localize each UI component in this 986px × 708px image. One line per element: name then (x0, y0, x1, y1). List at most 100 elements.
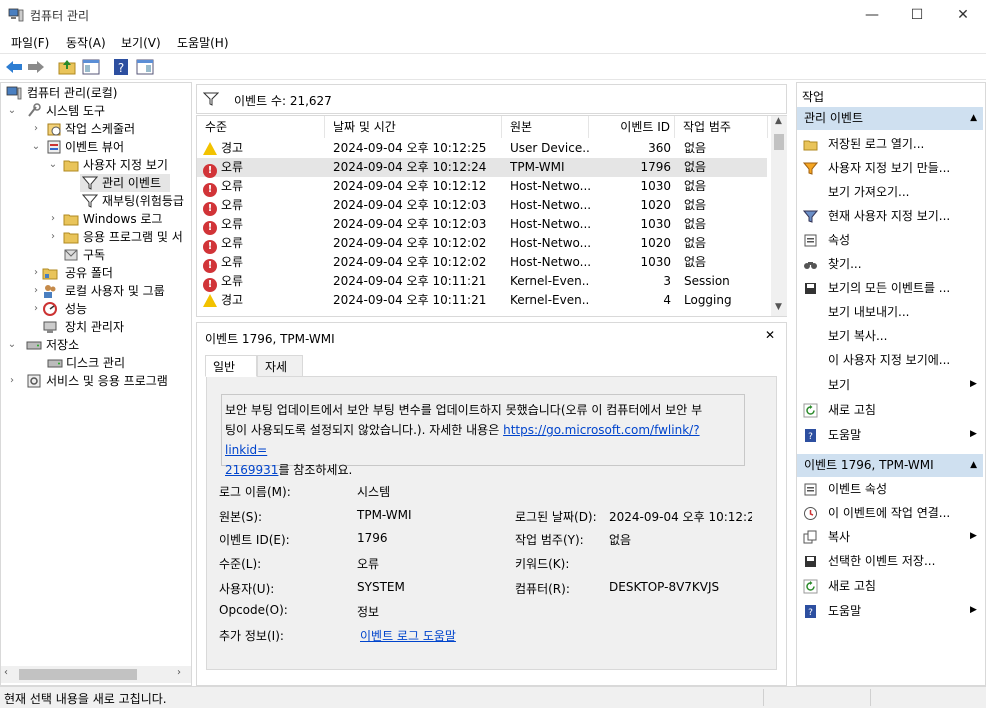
tab-details[interactable]: 자세히 (257, 355, 303, 396)
help-icon: ? (805, 429, 816, 442)
menu-help[interactable]: 도움말(H) (177, 34, 229, 51)
event-row[interactable]: ! 오류 2024-09-04 오후 10:12:03 Host-Netwo... 10… (197, 215, 767, 235)
scrollbar-thumb[interactable] (774, 134, 784, 150)
event-id-label: 이벤트 ID(E): (219, 533, 290, 547)
column-header-event-id[interactable]: 이벤트 ID (589, 116, 675, 138)
action-view-submenu[interactable]: 보기 (800, 374, 980, 396)
chevron-down-icon[interactable]: ⌄ (6, 336, 18, 354)
scroll-up-icon[interactable]: ▲ (775, 116, 782, 126)
action-find[interactable]: 찾기... (800, 253, 980, 275)
event-source: Host-Netwo... (510, 255, 590, 269)
action-copy-view[interactable]: 보기 복사... (800, 325, 980, 347)
help-icon[interactable]: ? (111, 57, 131, 77)
action-save-selected-events[interactable]: 선택한 이벤트 저장... (800, 550, 980, 572)
logged-label: 로그된 날짜(D): (515, 510, 597, 524)
back-arrow-icon[interactable] (4, 57, 24, 77)
submenu-arrow-icon[interactable]: ▶ (970, 605, 977, 615)
chevron-right-icon[interactable]: › (30, 120, 42, 138)
chevron-down-icon[interactable]: ⌄ (6, 102, 18, 120)
collapse-up-icon[interactable]: ▲ (970, 107, 977, 130)
event-log-help-link[interactable]: 이벤트 로그 도움말 (360, 627, 456, 644)
column-header-source[interactable]: 원본 (502, 116, 589, 138)
chevron-right-icon[interactable]: › (30, 282, 42, 300)
description-line: 보안 부팅 업데이트에서 보안 부팅 변수를 업데이트하지 못했습니다(오류 이… (225, 403, 703, 417)
computer-label: 컴퓨터(R): (515, 582, 570, 596)
column-header-datetime[interactable]: 날짜 및 시간 (325, 116, 502, 138)
svg-text:?: ? (118, 61, 124, 75)
scrollbar-thumb[interactable] (19, 669, 137, 680)
more-info-label: 추가 정보(I): (219, 629, 284, 643)
action-refresh[interactable]: 새로 고침 (800, 399, 980, 421)
tree-node-apps-services-logs[interactable]: › 응용 프로그램 및 서 (47, 228, 190, 246)
fwlink-link-cont[interactable]: 2169931 (225, 463, 278, 477)
action-create-custom-view[interactable]: 사용자 지정 보기 만들... (800, 157, 980, 179)
action-export-view[interactable]: 보기 내보내기... (800, 301, 980, 323)
column-header-task-category[interactable]: 작업 범주 (675, 116, 768, 138)
maximize-button[interactable]: ☐ (894, 0, 940, 30)
action-attach-task[interactable]: 이 이벤트에 작업 연결... (800, 502, 980, 524)
scroll-down-icon[interactable]: ▼ (775, 302, 782, 312)
event-row[interactable]: 경고 2024-09-04 오후 10:11:21 Kernel-Even... 4 L… (197, 291, 767, 310)
event-row[interactable]: ! 오류 2024-09-04 오후 10:12:24 TPM-WMI 1796 없음 (197, 158, 767, 178)
show-hide-tree-icon[interactable] (81, 57, 101, 77)
close-detail-icon[interactable]: ✕ (765, 328, 775, 342)
action-filter-current-view[interactable]: 현재 사용자 지정 보기... (800, 205, 980, 227)
event-description: 보안 부팅 업데이트에서 보안 부팅 변수를 업데이트하지 못했습니다(오류 이… (221, 394, 745, 477)
event-row[interactable]: ! 오류 2024-09-04 오후 10:12:03 Host-Netwo... 10… (197, 196, 767, 216)
menu-action[interactable]: 동작(A) (66, 34, 106, 51)
action-import-view[interactable]: 보기 가져오기... (800, 181, 980, 203)
performance-icon (43, 302, 57, 316)
menu-file[interactable]: 파일(F) (11, 34, 49, 51)
column-header-level[interactable]: 수준 (197, 116, 325, 138)
user-value: SYSTEM (357, 580, 405, 594)
scroll-right-icon[interactable]: › (177, 667, 181, 678)
event-row-partial[interactable] (197, 310, 767, 316)
show-action-pane-icon[interactable] (135, 57, 155, 77)
action-event-properties[interactable]: 이벤트 속성 (800, 478, 980, 500)
action-label: 이 사용자 지정 보기에... (828, 353, 951, 367)
action-open-saved-log[interactable]: 저장된 로그 열기... (800, 133, 980, 155)
tree-node-reboot-risk[interactable]: 재부팅(위험등급 (80, 192, 190, 210)
action-help[interactable]: ? 도움말 (800, 424, 980, 446)
actions-section-event[interactable]: 이벤트 1796, TPM-WMI ▲ (797, 454, 983, 477)
action-help[interactable]: ? 도움말 (800, 600, 980, 622)
tab-general[interactable]: 일반 (205, 355, 257, 377)
event-row[interactable]: ! 오류 2024-09-04 오후 10:12:02 Host-Netwo... 10… (197, 253, 767, 273)
forward-arrow-icon[interactable] (26, 57, 46, 77)
minimize-button[interactable]: — (849, 0, 895, 30)
action-properties[interactable]: 속성 (800, 229, 980, 251)
chevron-right-icon[interactable]: › (30, 264, 42, 282)
event-row[interactable]: 경고 2024-09-04 오후 10:12:25 User Device... 36… (197, 139, 767, 158)
event-row[interactable]: ! 오류 2024-09-04 오후 10:11:21 Kernel-Even... 3… (197, 272, 767, 292)
chevron-right-icon[interactable]: › (47, 228, 59, 246)
submenu-arrow-icon[interactable]: ▶ (970, 379, 977, 389)
up-folder-icon[interactable] (57, 57, 77, 77)
action-refresh[interactable]: 새로 고침 (800, 575, 980, 597)
users-icon (44, 285, 56, 298)
chevron-down-icon[interactable]: ⌄ (47, 156, 59, 174)
chevron-right-icon[interactable]: › (30, 300, 42, 318)
status-divider (763, 689, 764, 706)
scroll-left-icon[interactable]: ‹ (4, 667, 8, 678)
collapse-up-icon[interactable]: ▲ (970, 454, 977, 477)
submenu-arrow-icon[interactable]: ▶ (970, 429, 977, 439)
action-delete-view[interactable]: 이 사용자 지정 보기에... (800, 349, 980, 371)
event-category: Logging (684, 293, 732, 307)
actions-section-admin-events[interactable]: 관리 이벤트 ▲ (797, 107, 983, 130)
tree-node-admin-events[interactable]: 관리 이벤트 (80, 174, 170, 192)
submenu-arrow-icon[interactable]: ▶ (970, 531, 977, 541)
menu-view[interactable]: 보기(V) (121, 34, 161, 51)
close-button[interactable]: ✕ (940, 0, 986, 30)
action-save-all-events[interactable]: 보기의 모든 이벤트를 ... (800, 277, 980, 299)
tree-horizontal-scrollbar[interactable]: ‹ › (1, 666, 191, 683)
properties-icon (804, 234, 817, 247)
chevron-right-icon[interactable]: › (47, 210, 59, 228)
tree-label: 컴퓨터 관리(로컬) (27, 86, 118, 100)
event-row[interactable]: ! 오류 2024-09-04 오후 10:12:12 Host-Netwo... 10… (197, 177, 767, 197)
chevron-down-icon[interactable]: ⌄ (30, 138, 42, 156)
event-source: Host-Netwo... (510, 179, 590, 193)
events-vertical-scrollbar[interactable]: ▲ ▼ (771, 116, 787, 316)
event-row[interactable]: ! 오류 2024-09-04 오후 10:12:02 Host-Netwo... 10… (197, 234, 767, 254)
chevron-right-icon[interactable]: › (6, 372, 18, 390)
action-copy[interactable]: 복사 (800, 526, 980, 548)
